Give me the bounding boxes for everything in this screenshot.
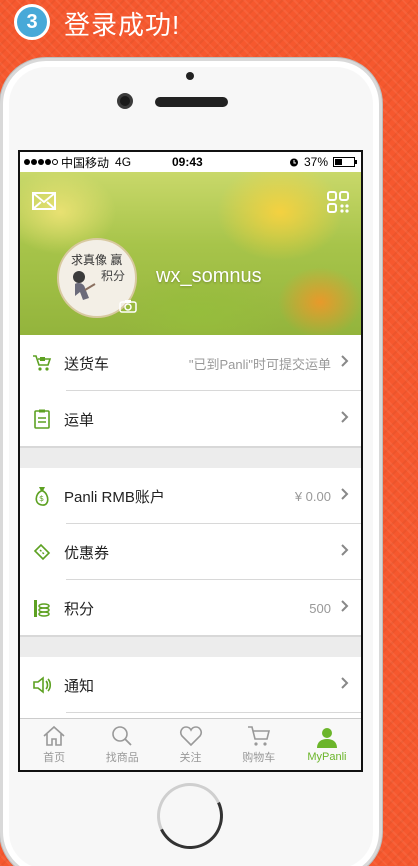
list-item-label: 送货车 — [64, 355, 110, 373]
list-item-label: 运单 — [64, 411, 95, 429]
phone-screen: 中国移动 4G 09:43 37% 求真像 赢 积分 wx_somnus 送货车… — [18, 150, 363, 772]
home-icon — [43, 725, 65, 746]
username: wx_somnus — [156, 265, 262, 287]
chevron-right-icon — [341, 487, 349, 505]
camera-icon[interactable] — [119, 299, 137, 318]
status-bar: 中国移动 4G 09:43 37% — [20, 152, 361, 172]
alarm-icon — [289, 158, 298, 167]
list-item-coupon[interactable]: 优惠券 — [20, 524, 361, 580]
network-type: 4G — [115, 155, 132, 169]
list-item-points[interactable]: 积分 500 — [20, 580, 361, 636]
carrier-name: 中国移动 — [61, 155, 110, 170]
list-item-label: 积分 — [64, 600, 95, 618]
avatar-caption: 求真像 赢 — [71, 253, 123, 267]
tab-label: 购物车 — [242, 751, 276, 764]
profile-header: 求真像 赢 积分 wx_somnus — [20, 172, 361, 335]
tab-follow[interactable]: 关注 — [156, 719, 224, 770]
list-item-delivery-cart[interactable]: 送货车 "已到Panli"时可提交运单 — [20, 335, 361, 391]
list-item-value: ¥ 0.00 — [294, 488, 331, 504]
list-item-notification[interactable]: 通知 — [20, 657, 361, 713]
user-icon — [316, 727, 337, 748]
step-badge: 3 — [14, 4, 50, 40]
tab-cart[interactable]: 购物车 — [225, 719, 293, 770]
step-title: 登录成功! — [64, 10, 181, 40]
list-item-label: Panli RMB账户 — [64, 488, 165, 506]
avatar-figure-icon — [73, 271, 96, 300]
tab-home[interactable]: 首页 — [20, 719, 88, 770]
section-divider — [20, 447, 361, 468]
qr-code-icon[interactable] — [327, 191, 349, 218]
list-item-label: 通知 — [64, 677, 95, 695]
tab-label: MyPanli — [307, 750, 347, 763]
chevron-right-icon — [341, 543, 349, 561]
list-item-label: 优惠券 — [64, 544, 110, 562]
signal-strength-icon — [24, 159, 58, 165]
menu-list: 送货车 "已到Panli"时可提交运单 运单 $ Panli RMB账户 ¥ 0… — [20, 335, 361, 713]
chevron-right-icon — [341, 354, 349, 372]
coins-icon — [20, 598, 64, 618]
tab-label: 首页 — [43, 751, 66, 764]
tab-bar: 首页 找商品 关注 购物车 MyPanli — [20, 718, 361, 770]
message-icon[interactable] — [32, 192, 56, 215]
svg-text:$: $ — [39, 494, 44, 503]
coupon-icon — [20, 542, 64, 562]
status-time: 09:43 — [172, 155, 203, 169]
cart-icon — [247, 725, 270, 746]
heart-icon — [179, 725, 202, 746]
delivery-cart-icon — [20, 354, 64, 372]
search-icon — [112, 725, 132, 746]
money-bag-icon: $ — [20, 486, 64, 506]
tab-mypanli[interactable]: MyPanli — [293, 719, 361, 770]
tab-search[interactable]: 找商品 — [88, 719, 156, 770]
avatar-points-caption: 积分 — [101, 269, 126, 283]
section-divider — [20, 636, 361, 657]
proximity-sensor — [186, 72, 194, 80]
battery-icon — [333, 157, 357, 167]
earpiece-speaker — [155, 97, 228, 107]
list-item-waybill[interactable]: 运单 — [20, 391, 361, 447]
front-camera — [117, 93, 133, 109]
battery-percent: 37% — [303, 155, 328, 169]
tab-label: 关注 — [179, 751, 202, 764]
list-item-value: "已到Panli"时可提交运单 — [188, 356, 331, 372]
list-item-rmb-account[interactable]: $ Panli RMB账户 ¥ 0.00 — [20, 468, 361, 524]
list-item-value: 500 — [309, 600, 331, 616]
chevron-right-icon — [341, 676, 349, 694]
waybill-icon — [20, 409, 64, 429]
speaker-icon — [20, 676, 64, 694]
chevron-right-icon — [341, 599, 349, 617]
tab-label: 找商品 — [105, 751, 139, 764]
chevron-right-icon — [341, 410, 349, 428]
